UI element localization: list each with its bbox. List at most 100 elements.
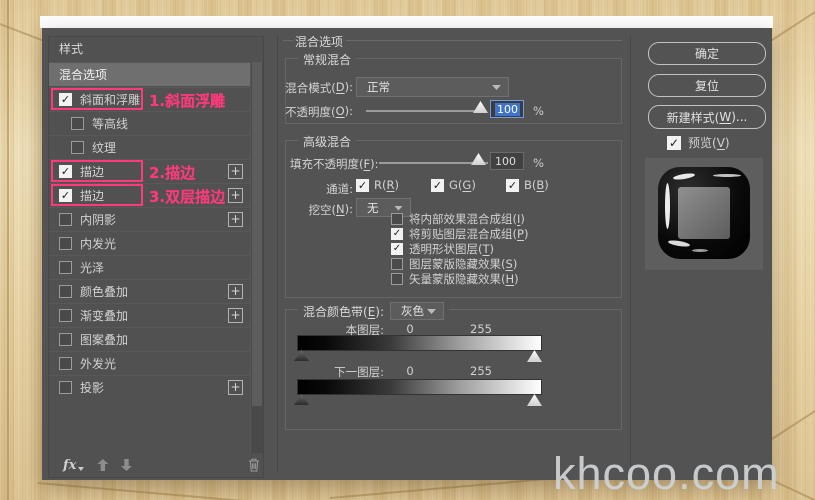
checkbox[interactable]: ✓ bbox=[59, 93, 72, 106]
channel-toggle[interactable]: ✓ G(G) bbox=[431, 178, 506, 192]
blend-if-select[interactable]: 灰色 bbox=[390, 302, 445, 320]
checkbox[interactable] bbox=[59, 237, 72, 250]
checkbox[interactable]: ✓ bbox=[356, 178, 369, 192]
styles-panel: 样式 混合选项 ✓ 斜面和浮雕 1.斜面浮雕 等高线 纹理 ✓ 描边 +2.描边 ✓ 描边 +3.双… bbox=[48, 36, 264, 478]
annotation-text: 2.描边 bbox=[149, 164, 196, 182]
ok-button[interactable]: 确定 bbox=[648, 42, 766, 65]
general-blending-legend: 常规混合 bbox=[298, 51, 357, 68]
style-list-item[interactable]: ✓ 描边 +2.描边 bbox=[49, 159, 250, 183]
move-effect-up-button[interactable] bbox=[97, 459, 109, 471]
style-list-item[interactable]: ✓ 描边 +3.双层描边 bbox=[49, 183, 250, 207]
checkbox[interactable] bbox=[59, 381, 72, 394]
advanced-option-label: 将剪贴图层混合成组(P) bbox=[409, 226, 529, 241]
new-style-button[interactable]: 新建样式(W)... bbox=[648, 105, 766, 129]
highlight bbox=[665, 183, 670, 229]
add-effect-button[interactable]: + bbox=[228, 308, 243, 323]
reset-button[interactable]: 复位 bbox=[648, 74, 766, 97]
highlight-slider-thumb[interactable] bbox=[527, 350, 542, 362]
checkbox[interactable] bbox=[59, 261, 72, 274]
add-effect-button[interactable]: + bbox=[228, 188, 243, 203]
blend-mode-select[interactable]: 正常 bbox=[356, 77, 509, 97]
channel-toggle[interactable]: ✓ R(R) bbox=[356, 178, 431, 192]
opacity-slider-thumb[interactable] bbox=[473, 101, 488, 113]
checkbox[interactable] bbox=[391, 257, 403, 270]
style-preview-thumbnail bbox=[645, 158, 763, 270]
wood-seam bbox=[37, 482, 253, 500]
blend-if-max-value: 255 bbox=[470, 322, 492, 336]
blend-mode-value: 正常 bbox=[367, 80, 390, 94]
checkbox[interactable] bbox=[59, 285, 72, 298]
gradient-ramp[interactable] bbox=[298, 380, 541, 394]
scrollbar-thumb[interactable] bbox=[252, 62, 262, 407]
glossy-button-preview bbox=[658, 167, 750, 259]
wood-seam bbox=[771, 391, 815, 440]
advanced-option[interactable]: 矢量蒙版隐藏效果(H) bbox=[391, 271, 528, 286]
style-list-item[interactable]: 外发光 bbox=[49, 351, 250, 375]
opacity-value: 100 bbox=[495, 102, 520, 116]
advanced-blending-legend: 高级混合 bbox=[298, 133, 357, 150]
channel-toggle[interactable]: ✓ B(B) bbox=[506, 178, 581, 192]
checkbox[interactable] bbox=[59, 213, 72, 226]
styles-scrollbar[interactable] bbox=[250, 62, 263, 453]
style-list-item[interactable]: 颜色叠加 + bbox=[49, 279, 250, 303]
add-effect-button[interactable]: + bbox=[228, 284, 243, 299]
shadow-slider-thumb[interactable] bbox=[294, 350, 309, 361]
advanced-option[interactable]: 将内部效果混合成组(I) bbox=[391, 211, 528, 226]
style-list-item[interactable]: ✓ 斜面和浮雕 1.斜面浮雕 bbox=[49, 87, 250, 111]
checkbox[interactable]: ✓ bbox=[391, 227, 403, 240]
checkbox[interactable]: ✓ bbox=[59, 189, 72, 202]
style-list-item[interactable]: 等高线 bbox=[49, 111, 250, 135]
checkbox[interactable] bbox=[71, 141, 84, 154]
checkbox[interactable]: ✓ bbox=[431, 178, 444, 192]
style-list-item[interactable]: 纹理 bbox=[49, 135, 250, 159]
title-rule bbox=[283, 40, 293, 41]
add-effect-button[interactable]: + bbox=[228, 212, 243, 227]
checkbox[interactable] bbox=[59, 357, 72, 370]
checkbox[interactable] bbox=[59, 333, 72, 346]
checkbox[interactable]: ✓ bbox=[391, 242, 403, 255]
checkbox[interactable] bbox=[391, 212, 403, 225]
channel-label: B(B) bbox=[524, 178, 549, 192]
opacity-slider-track[interactable] bbox=[366, 110, 481, 112]
style-item-label: 图案叠加 bbox=[80, 333, 129, 347]
advanced-option[interactable]: ✓ 透明形状图层(T) bbox=[391, 241, 528, 256]
checkbox[interactable] bbox=[71, 117, 84, 130]
style-list-item[interactable]: 内阴影 + bbox=[49, 207, 250, 231]
style-list-item[interactable]: 投影 + bbox=[49, 375, 250, 399]
style-list-item[interactable]: 渐变叠加 + bbox=[49, 303, 250, 327]
annotation-text: 3.双层描边 bbox=[149, 188, 226, 206]
fx-menu-button[interactable]: fx bbox=[63, 458, 76, 473]
title-rule bbox=[346, 40, 622, 41]
preview-checkbox[interactable]: ✓ bbox=[667, 135, 681, 150]
gradient-ramp[interactable] bbox=[298, 336, 541, 350]
add-effect-button[interactable]: + bbox=[228, 164, 243, 179]
advanced-option[interactable]: 图层蒙版隐藏效果(S) bbox=[391, 256, 528, 271]
opacity-input[interactable]: 100 bbox=[490, 100, 524, 118]
general-blending-group: 常规混合 混合模式(D): 正常 不透明度(O): 100 % bbox=[285, 51, 622, 124]
wood-seam bbox=[7, 0, 9, 500]
preview-toggle[interactable]: ✓ 预览(V) bbox=[667, 134, 730, 151]
fill-opacity-slider-thumb[interactable] bbox=[471, 153, 486, 165]
style-list-item[interactable]: 内发光 bbox=[49, 231, 250, 255]
style-item-label: 内发光 bbox=[80, 237, 117, 251]
delete-effect-button[interactable] bbox=[248, 458, 260, 472]
style-list-item[interactable]: 图案叠加 bbox=[49, 327, 250, 351]
move-effect-down-button[interactable] bbox=[121, 459, 132, 471]
shadow-slider-thumb[interactable] bbox=[294, 394, 309, 405]
style-item-label: 斜面和浮雕 bbox=[80, 93, 141, 107]
blend-if-max-value: 255 bbox=[470, 364, 492, 378]
checkbox[interactable]: ✓ bbox=[59, 165, 72, 178]
advanced-option[interactable]: ✓ 将剪贴图层混合成组(P) bbox=[391, 226, 528, 241]
fill-opacity-input[interactable]: 100 bbox=[490, 152, 524, 170]
style-item-label: 描边 bbox=[80, 165, 105, 179]
highlight-slider-thumb[interactable] bbox=[527, 394, 542, 406]
style-list-item[interactable]: 光泽 bbox=[49, 255, 250, 279]
style-item-blending-options-selected[interactable]: 混合选项 bbox=[49, 62, 250, 86]
fill-opacity-slider-track[interactable] bbox=[379, 162, 488, 164]
add-effect-button[interactable]: + bbox=[228, 380, 243, 395]
checkbox[interactable] bbox=[391, 272, 403, 285]
checkbox[interactable]: ✓ bbox=[506, 178, 519, 192]
checkbox[interactable] bbox=[59, 309, 72, 322]
blend-if-group: 混合颜色带(E): 灰色 本图层: 0 255 下一图层: 0 255 bbox=[285, 302, 622, 430]
fill-opacity-unit: % bbox=[533, 156, 544, 170]
